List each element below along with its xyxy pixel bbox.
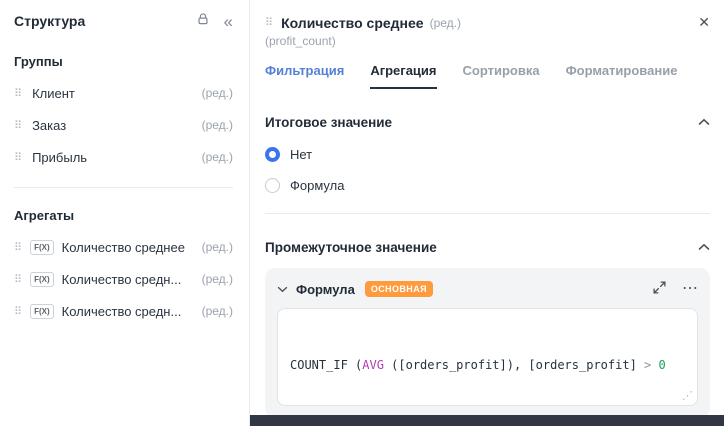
panel-title-edit[interactable]: (ред.) xyxy=(430,16,461,30)
radio-selected-icon[interactable] xyxy=(265,147,280,162)
drag-handle-icon[interactable]: ⠿ xyxy=(265,16,273,29)
aggregate-label: Количество средн... xyxy=(61,303,182,319)
drag-handle-icon[interactable]: ⠿ xyxy=(14,305,22,318)
aggregate-row-3[interactable]: ⠿ F(X) Количество средн... (ред.) xyxy=(14,295,233,327)
edit-link[interactable]: (ред.) xyxy=(196,86,233,100)
field-id-subtitle: (profit_count) xyxy=(265,34,336,48)
aggregate-label: Количество средн... xyxy=(61,271,182,287)
edit-link[interactable]: (ред.) xyxy=(196,304,233,318)
total-value-section-header[interactable]: Итоговое значение xyxy=(265,113,710,131)
sidebar-title: Структура xyxy=(14,13,86,29)
formula-fx-icon: F(X) xyxy=(30,239,54,255)
formula-code-editor[interactable]: COUNT_IF (AVG ([orders_profit]), [orders… xyxy=(277,308,698,426)
group-label: Клиент xyxy=(32,85,75,101)
radio-label: Формула xyxy=(290,178,345,193)
formula-card-header: Формула ОСНОВНАЯ ⋯ xyxy=(277,280,698,298)
group-row-client[interactable]: ⠿ Клиент (ред.) xyxy=(14,77,233,109)
group-row-profit[interactable]: ⠿ Прибыль (ред.) xyxy=(14,141,233,173)
edit-link[interactable]: (ред.) xyxy=(196,240,233,254)
lock-icon[interactable] xyxy=(196,12,210,30)
tab-filtering[interactable]: Фильтрация xyxy=(265,63,344,89)
panel-divider xyxy=(265,213,710,214)
aggregates-section-title: Агрегаты xyxy=(14,208,75,223)
radio-label: Нет xyxy=(290,147,313,162)
edit-link[interactable]: (ред.) xyxy=(196,272,233,286)
intermediate-value-section-header[interactable]: Промежуточное значение xyxy=(265,238,710,256)
more-options-icon[interactable]: ⋯ xyxy=(682,281,698,297)
panel-title: Количество среднее xyxy=(281,14,424,31)
tab-aggregation[interactable]: Агрегация xyxy=(370,63,437,89)
drag-handle-icon[interactable]: ⠿ xyxy=(14,273,22,286)
tab-sorting[interactable]: Сортировка xyxy=(463,63,540,89)
total-value-title: Итоговое значение xyxy=(265,114,393,130)
aggregate-row-1[interactable]: ⠿ F(X) Количество среднее (ред.) xyxy=(14,231,233,263)
sidebar-header: Структура « xyxy=(14,12,233,30)
formula-card-title: Формула xyxy=(296,281,355,297)
groups-section-title: Группы xyxy=(14,54,63,69)
edit-link[interactable]: (ред.) xyxy=(196,118,233,132)
intermediate-value-title: Промежуточное значение xyxy=(265,239,437,255)
app-window: Структура « Группы ⠿ Клиент (ред.) ⠿ Зак… xyxy=(0,0,724,426)
formula-card-actions: ⋯ xyxy=(653,281,698,298)
close-icon[interactable]: ✕ xyxy=(698,14,710,31)
sidebar-header-icons: « xyxy=(196,12,233,30)
primary-badge: ОСНОВНАЯ xyxy=(364,281,433,297)
tab-formatting[interactable]: Форматирование xyxy=(566,63,678,89)
group-row-order[interactable]: ⠿ Заказ (ред.) xyxy=(14,109,233,141)
code-line-1: COUNT_IF (AVG ([orders_profit]), [orders… xyxy=(290,358,666,373)
group-label: Заказ xyxy=(32,117,67,133)
tab-bar: Фильтрация Агрегация Сортировка Форматир… xyxy=(265,63,710,89)
radio-option-none[interactable]: Нет xyxy=(265,147,710,162)
resize-grip-icon[interactable]: ⋰ xyxy=(682,387,693,404)
chevron-down-icon[interactable] xyxy=(277,280,288,298)
edit-link[interactable]: (ред.) xyxy=(196,150,233,164)
drag-handle-icon[interactable]: ⠿ xyxy=(14,87,22,100)
formula-fx-icon: F(X) xyxy=(30,303,54,319)
expand-icon[interactable] xyxy=(653,280,666,298)
formula-fx-icon: F(X) xyxy=(30,271,54,287)
structure-sidebar: Структура « Группы ⠿ Клиент (ред.) ⠿ Зак… xyxy=(0,0,250,426)
radio-unselected-icon[interactable] xyxy=(265,178,280,193)
sidebar-divider xyxy=(14,187,233,188)
aggregate-row-2[interactable]: ⠿ F(X) Количество средн... (ред.) xyxy=(14,263,233,295)
chevron-up-icon[interactable] xyxy=(698,238,710,256)
field-editor-panel: ⠿ Количество среднее (ред.) ✕ (profit_co… xyxy=(250,0,724,426)
group-label: Прибыль xyxy=(32,149,88,165)
drag-handle-icon[interactable]: ⠿ xyxy=(14,241,22,254)
aggregate-label: Количество среднее xyxy=(61,239,185,255)
formula-card: Формула ОСНОВНАЯ ⋯ COUNT_IF (AVG ([order… xyxy=(265,268,710,426)
radio-option-formula[interactable]: Формула xyxy=(265,178,710,193)
chevron-up-icon[interactable] xyxy=(698,113,710,131)
panel-header: ⠿ Количество среднее (ред.) ✕ xyxy=(265,14,710,31)
drag-handle-icon[interactable]: ⠿ xyxy=(14,119,22,132)
drag-handle-icon[interactable]: ⠿ xyxy=(14,151,22,164)
collapse-panel-icon[interactable]: « xyxy=(224,13,233,30)
panel-footer-bar[interactable] xyxy=(250,415,724,426)
